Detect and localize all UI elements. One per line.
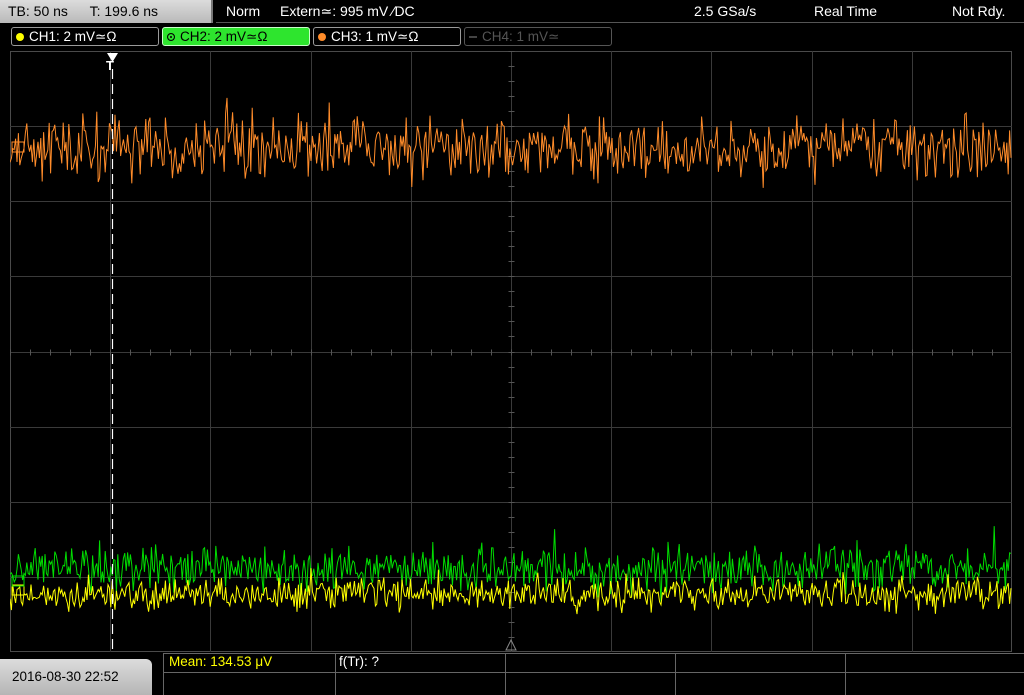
acquisition-state: Not Rdy. — [952, 3, 1006, 19]
measurement-table[interactable]: Mean: 134.53 μV f(Tr): ? — [163, 653, 1024, 695]
trigger-source[interactable]: Extern≃: 995 mV ∕DC — [280, 0, 415, 23]
status-bar: TB: 50 ns T: 199.6 ns Norm Extern≃: 995 … — [0, 0, 1024, 24]
waveform-traces — [10, 97, 1012, 615]
waveform-display[interactable]: T — [10, 51, 1012, 652]
ch2-dot-icon — [167, 33, 175, 41]
channel-label-ch2: CH2: 2 mV≃Ω — [180, 29, 268, 44]
acquisition-mode[interactable]: Real Time — [814, 0, 877, 23]
ch4-dot-icon — [469, 36, 477, 38]
ch1-dot-icon — [16, 33, 24, 41]
trigger-position-marker[interactable]: T — [106, 59, 114, 72]
meas-col-divider — [335, 653, 336, 695]
channel-label-ch1: CH1: 2 mV≃Ω — [29, 29, 117, 44]
channel-tab-ch1[interactable]: CH1: 2 mV≃Ω — [11, 27, 159, 46]
waveform-svg — [10, 51, 1012, 652]
meas-col-divider — [163, 653, 164, 695]
meas-col-divider — [845, 653, 846, 695]
channel-label-ch4: CH4: 1 mV≃ — [482, 29, 560, 44]
channel-tab-ch4[interactable]: CH4: 1 mV≃ — [464, 27, 612, 46]
timebase-box[interactable]: TB: 50 ns T: 199.6 ns — [0, 0, 213, 23]
timebase-value: TB: 50 ns — [8, 3, 68, 19]
meas-col-divider — [505, 653, 506, 695]
measurement-mean: Mean: 134.53 μV — [169, 654, 273, 669]
datetime-box: 2016-08-30 22:52 — [0, 659, 152, 695]
channel-tab-ch3[interactable]: CH3: 1 mV≃Ω — [313, 27, 461, 46]
trigger-mode[interactable]: Norm — [226, 0, 260, 23]
channel-label-ch3: CH3: 1 mV≃Ω — [331, 29, 419, 44]
trigger-time-value: T: 199.6 ns — [89, 3, 159, 19]
meas-col-divider — [675, 653, 676, 695]
ch3-dot-icon — [318, 33, 326, 41]
sample-rate[interactable]: 2.5 GSa/s — [694, 0, 756, 23]
status-divider — [216, 22, 1024, 23]
channel-tab-ch2[interactable]: CH2: 2 mV≃Ω — [162, 27, 310, 46]
measurement-frequency: f(Tr): ? — [339, 654, 379, 669]
